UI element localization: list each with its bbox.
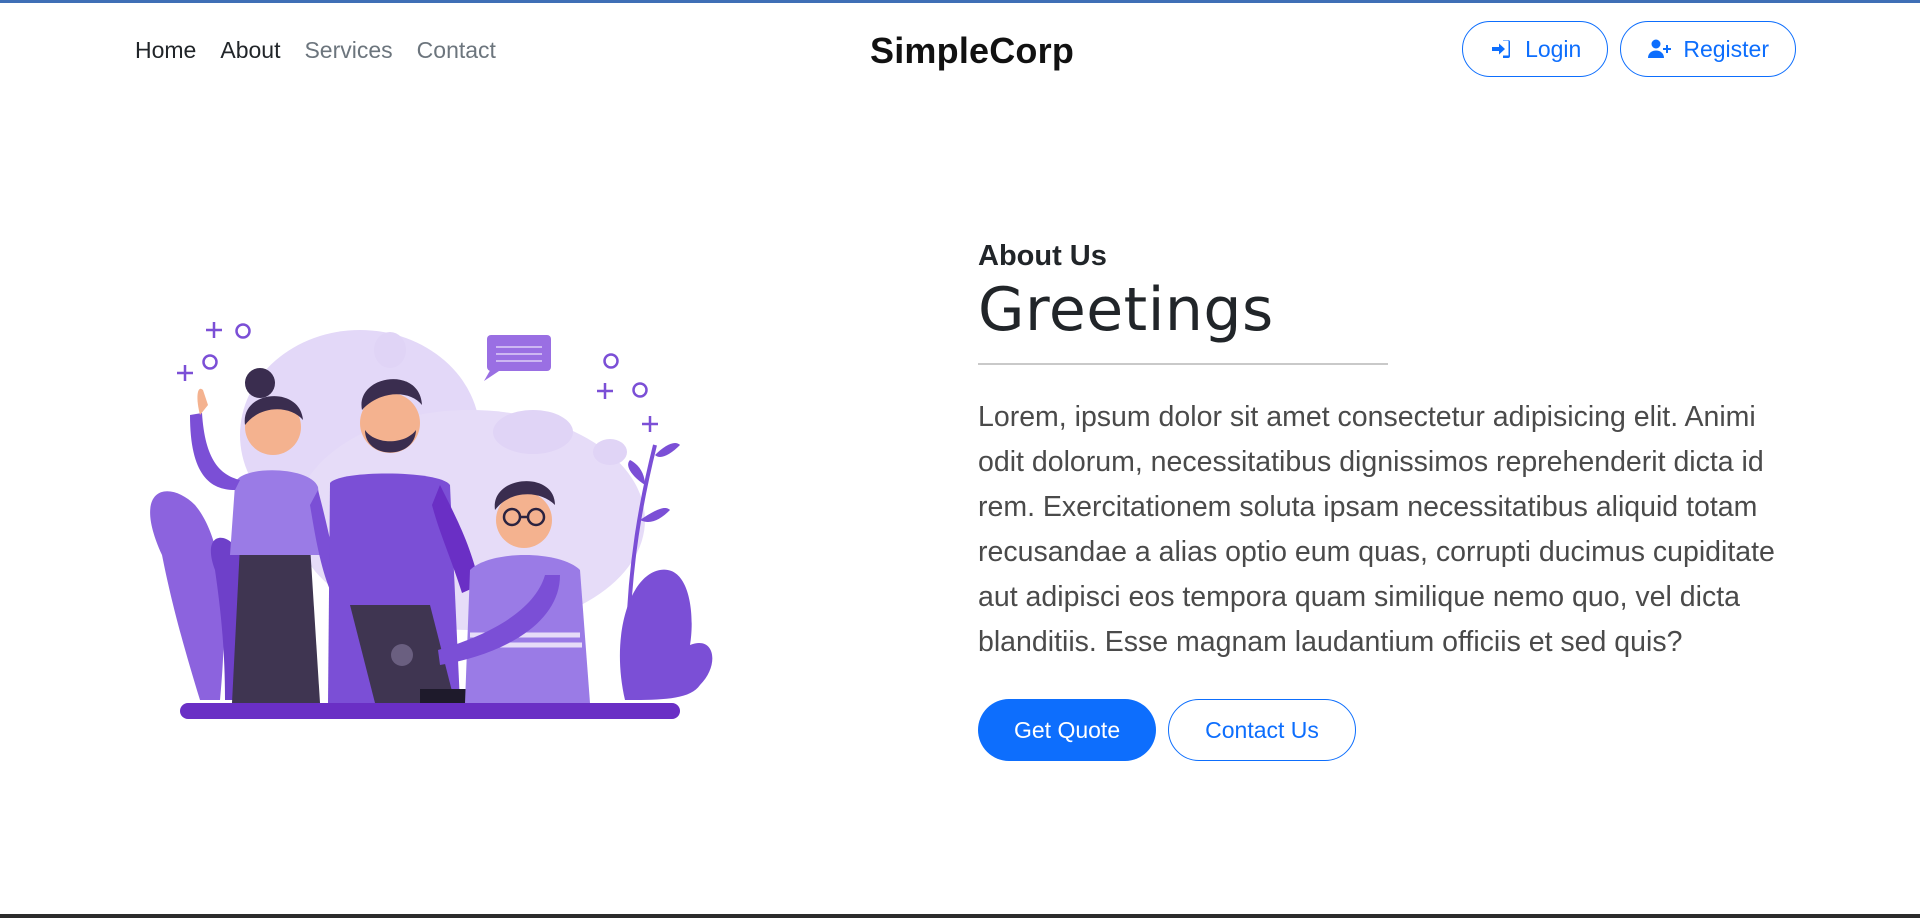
nav-item-contact[interactable]: Contact [417,37,496,64]
sign-in-icon [1492,40,1511,58]
bg-blob-small-top [374,332,406,368]
team-illustration [140,305,730,730]
about-section: About Us Greetings Lorem, ipsum dolor si… [978,240,1778,761]
leaf-left-big [150,491,224,700]
bottom-edge-line [0,914,1920,918]
brand-logo-text[interactable]: SimpleCorp [870,30,1074,72]
auth-buttons: Login Register [1462,21,1796,77]
user-plus-icon [1648,39,1672,58]
main-nav: Home About Services Contact [135,37,496,64]
contact-us-button[interactable]: Contact Us [1168,699,1356,761]
register-button[interactable]: Register [1620,21,1796,77]
nav-item-about[interactable]: About [220,37,280,64]
register-label: Register [1683,35,1769,62]
bg-blob-tiny [593,439,627,465]
title-divider [978,363,1388,365]
nav-item-services[interactable]: Services [304,37,392,64]
bg-blob-mid [493,410,573,454]
login-label: Login [1525,35,1582,62]
about-body-text: Lorem, ipsum dolor sit amet consectetur … [978,401,1775,658]
login-button[interactable]: Login [1462,21,1609,77]
cta-buttons: Get Quote Contact Us [978,699,1778,761]
section-eyebrow: About Us [978,240,1107,272]
nav-item-home[interactable]: Home [135,37,196,64]
desk [180,703,680,719]
get-quote-button[interactable]: Get Quote [978,699,1157,761]
plant-right-bush [619,569,713,700]
site-header: Home About Services Contact SimpleCorp L… [0,3,1920,99]
chat-bubble-icon [484,335,551,381]
page-title: Greetings [978,275,1274,345]
